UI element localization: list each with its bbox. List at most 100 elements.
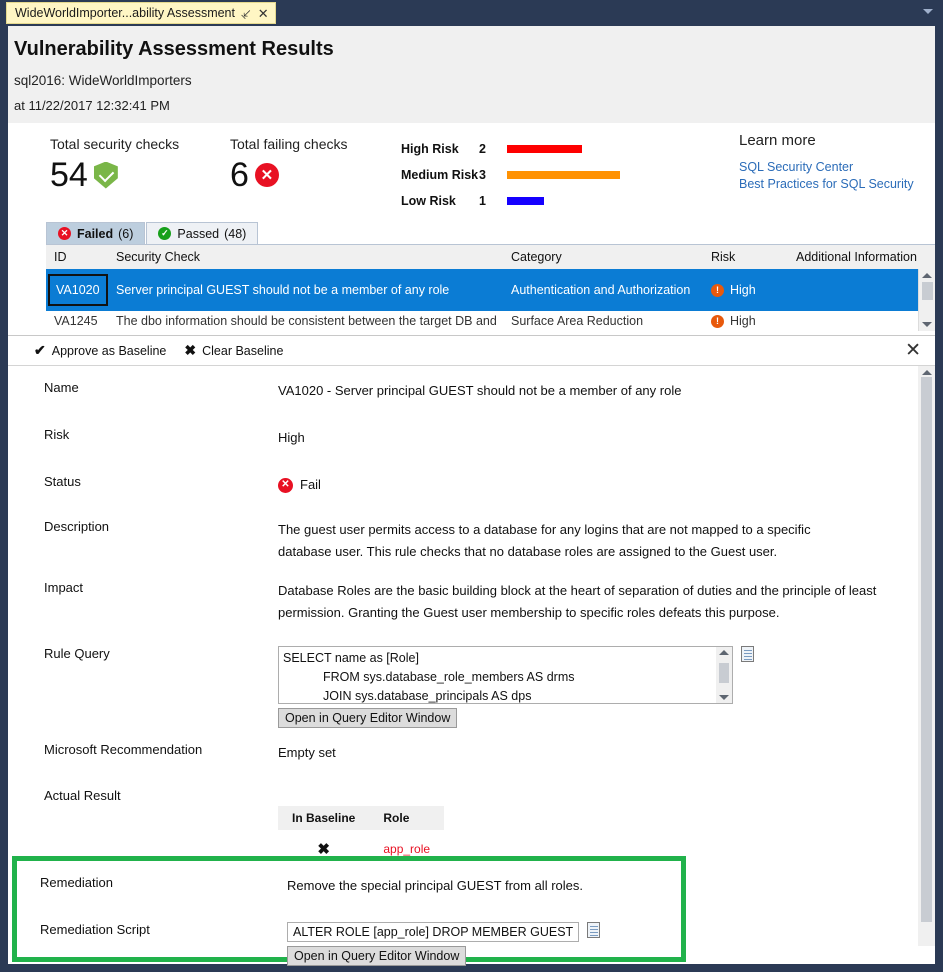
check-circle-icon: ✓ bbox=[158, 227, 171, 240]
risk-row-low: Low Risk 1 bbox=[401, 188, 620, 214]
detail-field-recommendation: Microsoft Recommendation Empty set bbox=[8, 742, 935, 764]
check-icon: ✔ bbox=[34, 342, 46, 359]
risk-count-low: 1 bbox=[479, 194, 507, 208]
tab-failed[interactable]: ✕ Failed (6) bbox=[46, 222, 145, 244]
open-in-query-editor-button-remediation[interactable]: Open in Query Editor Window bbox=[287, 946, 466, 966]
table-row[interactable]: VA1020 Server principal GUEST should not… bbox=[46, 269, 931, 311]
fail-circle-icon: ✕ bbox=[255, 163, 279, 187]
remediation-section: Remediation Remove the special principal… bbox=[17, 861, 681, 966]
tab-failed-label: Failed bbox=[77, 227, 113, 241]
page-content: Vulnerability Assessment Results sql2016… bbox=[8, 26, 935, 964]
scroll-up-icon[interactable] bbox=[922, 370, 932, 375]
status-badge: ✕ Fail bbox=[278, 474, 321, 496]
cell-id-value: VA1020 bbox=[48, 274, 108, 306]
detail-value-description: The guest user permits access to a datab… bbox=[278, 519, 853, 563]
approve-as-baseline-button[interactable]: ✔ Approve as Baseline bbox=[34, 342, 166, 359]
detail-label-rule-query: Rule Query bbox=[8, 646, 278, 728]
rule-query-line-3: JOIN sys.database_principals AS dps bbox=[283, 687, 712, 704]
detail-panel-scrollbar[interactable] bbox=[918, 366, 935, 946]
document-tab[interactable]: WideWorldImporter...ability Assessment ⤓… bbox=[6, 2, 276, 24]
risk-label-medium: Medium Risk bbox=[401, 168, 479, 182]
scroll-down-icon[interactable] bbox=[922, 322, 932, 327]
risk-label-high: High Risk bbox=[401, 142, 479, 156]
risk-breakdown: High Risk 2 Medium Risk 3 Low Risk 1 bbox=[401, 136, 620, 214]
risk-bar-high bbox=[507, 145, 582, 153]
risk-label-low: Low Risk bbox=[401, 194, 479, 208]
detail-label-risk: Risk bbox=[8, 427, 278, 449]
link-sql-security-center[interactable]: SQL Security Center bbox=[739, 159, 914, 176]
summary-strip: Total security checks 54 Total failing c… bbox=[8, 123, 935, 223]
risk-row-medium: Medium Risk 3 bbox=[401, 162, 620, 188]
detail-panel: ✔ Approve as Baseline ✖ Clear Baseline ✕… bbox=[8, 335, 935, 869]
cell-security-check: The dbo information should be consistent… bbox=[116, 314, 511, 328]
risk-count-high: 2 bbox=[479, 142, 507, 156]
detail-label-name: Name bbox=[8, 380, 278, 402]
link-best-practices-sql-security[interactable]: Best Practices for SQL Security bbox=[739, 176, 914, 193]
clear-baseline-button[interactable]: ✖ Clear Baseline bbox=[184, 342, 283, 359]
detail-field-status: Status ✕ Fail bbox=[8, 474, 935, 496]
tab-failed-count: (6) bbox=[118, 227, 133, 241]
tab-passed-count: (48) bbox=[224, 227, 246, 241]
copy-icon[interactable] bbox=[587, 922, 600, 938]
table-header-row: ID Security Check Category Risk Addition… bbox=[46, 245, 935, 269]
rule-query-group: SELECT name as [Role] FROM sys.database_… bbox=[278, 646, 754, 728]
cell-risk: ! High bbox=[711, 283, 796, 297]
tab-passed[interactable]: ✓ Passed (48) bbox=[146, 222, 258, 244]
scrollbar-thumb[interactable] bbox=[922, 282, 933, 300]
detail-field-risk: Risk High bbox=[8, 427, 935, 449]
remediation-highlight-box: Remediation Remove the special principal… bbox=[12, 856, 686, 962]
column-header-risk[interactable]: Risk bbox=[711, 250, 796, 264]
chevron-down-icon[interactable] bbox=[923, 9, 933, 14]
scrollbar-thumb[interactable] bbox=[921, 377, 932, 922]
x-icon: ✖ bbox=[184, 342, 196, 359]
detail-label-impact: Impact bbox=[8, 580, 278, 624]
remediation-field: Remediation Remove the special principal… bbox=[17, 875, 681, 897]
scroll-down-icon[interactable] bbox=[719, 695, 729, 700]
shield-check-icon bbox=[94, 162, 118, 189]
scroll-up-icon[interactable] bbox=[922, 273, 932, 278]
detail-value-name: VA1020 - Server principal GUEST should n… bbox=[278, 380, 681, 402]
close-detail-panel-icon[interactable]: ✕ bbox=[905, 341, 921, 360]
rule-query-textarea[interactable]: SELECT name as [Role] FROM sys.database_… bbox=[278, 646, 733, 704]
scrollbar-thumb[interactable] bbox=[719, 663, 729, 683]
detail-label-status: Status bbox=[8, 474, 278, 496]
rule-query-line-2: FROM sys.database_role_members AS drms bbox=[283, 668, 712, 687]
scan-timestamp: at 11/22/2017 12:32:41 PM bbox=[14, 98, 935, 113]
detail-field-impact: Impact Database Roles are the basic buil… bbox=[8, 580, 935, 624]
results-table: ID Security Check Category Risk Addition… bbox=[46, 245, 935, 331]
close-icon[interactable]: ✕ bbox=[258, 7, 269, 20]
fail-circle-icon: ✕ bbox=[58, 227, 71, 240]
cell-category: Authentication and Authorization bbox=[511, 283, 711, 297]
table-scrollbar[interactable] bbox=[918, 269, 935, 331]
cell-risk: ! High bbox=[711, 314, 796, 328]
detail-label-description: Description bbox=[8, 519, 278, 563]
results-tabstrip: ✕ Failed (6) ✓ Passed (48) bbox=[46, 223, 935, 245]
remediation-label: Remediation bbox=[17, 875, 287, 897]
pin-icon[interactable]: ⤓ bbox=[240, 6, 253, 19]
total-failing-checks-label: Total failing checks bbox=[230, 136, 348, 152]
cell-risk-value: High bbox=[730, 283, 756, 297]
rule-query-scrollbar[interactable] bbox=[716, 647, 732, 703]
detail-field-rule-query: Rule Query SELECT name as [Role] FROM sy… bbox=[8, 646, 935, 728]
remediation-script-field: Remediation Script ALTER ROLE [app_role]… bbox=[17, 922, 681, 966]
column-header-additional-information[interactable]: Additional Information bbox=[796, 250, 935, 264]
total-security-checks-label: Total security checks bbox=[50, 136, 179, 152]
total-security-checks-stat: Total security checks 54 bbox=[50, 136, 179, 192]
learn-more-title: Learn more bbox=[739, 132, 914, 149]
detail-label-recommendation: Microsoft Recommendation bbox=[8, 742, 278, 764]
detail-field-name: Name VA1020 - Server principal GUEST sho… bbox=[8, 380, 935, 402]
actual-result-column-in-baseline: In Baseline bbox=[278, 806, 369, 830]
document-tab-label: WideWorldImporter...ability Assessment bbox=[15, 6, 235, 20]
cell-security-check: Server principal GUEST should not be a m… bbox=[116, 283, 511, 297]
fail-circle-icon: ✕ bbox=[278, 478, 293, 493]
open-in-query-editor-button-rule[interactable]: Open in Query Editor Window bbox=[278, 708, 457, 728]
column-header-security-check[interactable]: Security Check bbox=[116, 250, 511, 264]
scroll-up-icon[interactable] bbox=[719, 650, 729, 655]
page-header: Vulnerability Assessment Results sql2016… bbox=[8, 26, 935, 123]
table-row[interactable]: VA1245 The dbo information should be con… bbox=[46, 311, 931, 331]
copy-icon[interactable] bbox=[741, 646, 754, 662]
remediation-script-input[interactable]: ALTER ROLE [app_role] DROP MEMBER GUEST bbox=[287, 922, 579, 942]
column-header-category[interactable]: Category bbox=[511, 250, 711, 264]
column-header-id[interactable]: ID bbox=[46, 250, 116, 264]
cell-id-value: VA1245 bbox=[46, 314, 116, 328]
